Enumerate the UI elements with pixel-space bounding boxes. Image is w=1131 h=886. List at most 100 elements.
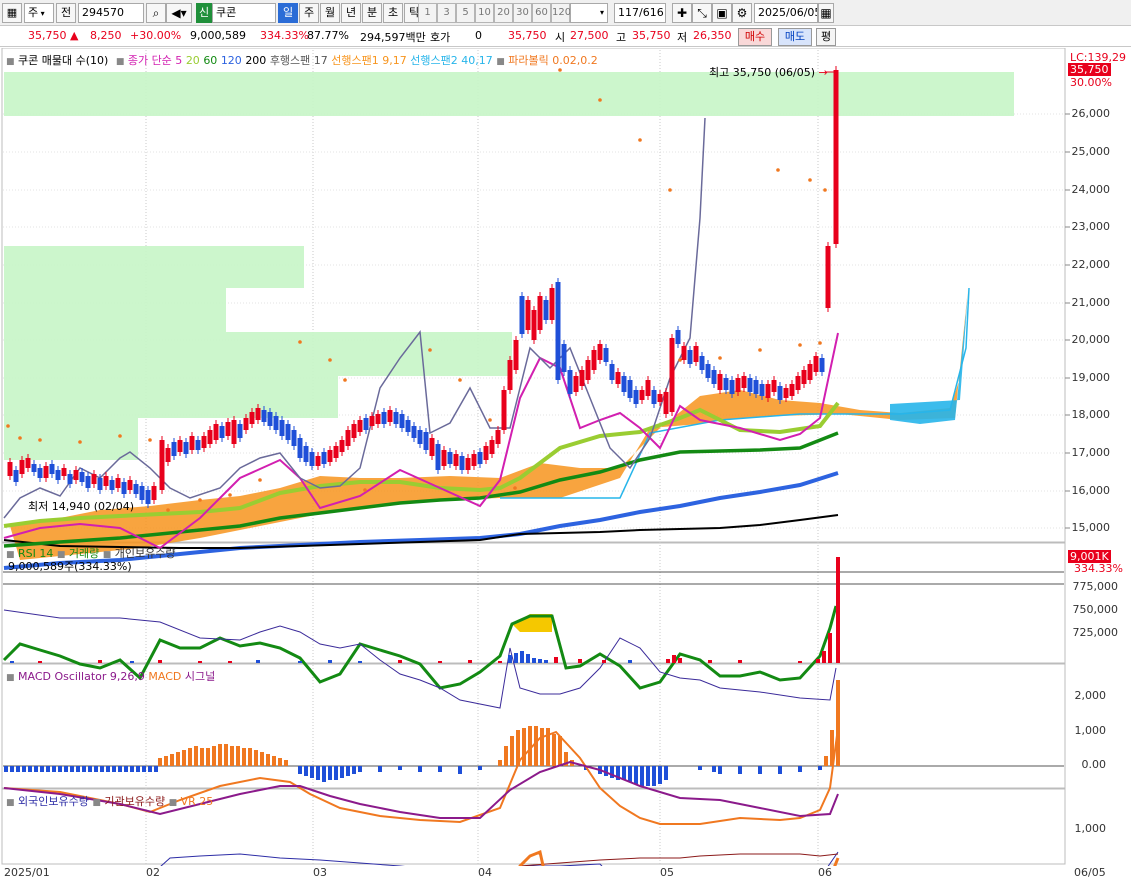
save-icon[interactable]: ▣ — [712, 3, 732, 23]
candle-body — [447, 452, 453, 464]
period-tab-3[interactable]: 년 — [341, 3, 361, 23]
interval-select[interactable]: ▾ — [570, 3, 608, 23]
chart-canvas[interactable] — [0, 48, 1131, 866]
legend-lead-span2[interactable]: 선행스팬2 40,17 — [410, 54, 492, 67]
date-field[interactable]: 2025/06/05 — [754, 3, 818, 23]
candle-body — [813, 356, 819, 372]
macd-osc-bar — [778, 766, 782, 774]
interval-button-4[interactable]: 20 — [494, 3, 513, 23]
buy-button[interactable]: 매수 — [738, 28, 772, 46]
candle-body — [363, 418, 369, 430]
open-label: 시 — [555, 31, 566, 44]
chart-area[interactable] — [0, 48, 1131, 866]
legend-lagging-span[interactable]: 후행스팬 17 — [270, 54, 328, 67]
legend-ma120[interactable]: 120 — [221, 54, 242, 67]
volume-value: 9,000,589 — [190, 29, 246, 42]
candle-body — [43, 466, 49, 478]
macd-osc-bar — [112, 766, 116, 772]
psar-dot — [808, 178, 812, 182]
volume-bar — [526, 654, 530, 663]
candle-body — [693, 346, 699, 362]
price-y-tick: 26,000 — [1071, 107, 1111, 120]
legend-institution[interactable]: 기관보유수량 — [104, 795, 165, 808]
candle-body — [561, 344, 567, 372]
price-y-tick: 18,000 — [1071, 408, 1111, 421]
macd-osc-bar — [646, 766, 650, 786]
legend-macd[interactable]: MACD — [148, 670, 181, 683]
legend-lead-span1[interactable]: 선행스팬1 9,17 — [331, 54, 406, 67]
legend-foreign[interactable]: 외국인보유수량 — [18, 795, 89, 808]
interval-button-7[interactable]: 120 — [551, 3, 571, 23]
macd-osc-bar — [328, 766, 332, 780]
psar-dot — [148, 438, 152, 442]
psar-dot — [823, 188, 827, 192]
open-price: 27,500 — [570, 29, 609, 42]
period-tab-5[interactable]: 초 — [383, 3, 403, 23]
candle-body — [741, 376, 747, 388]
interval-button-0[interactable]: 1 — [418, 3, 437, 23]
candle-body — [109, 480, 115, 490]
candle-body — [441, 450, 447, 466]
legend-parabolic[interactable]: 파라볼릭 0.02,0.2 — [508, 54, 597, 67]
stock-name-field[interactable]: 쿠콘 — [212, 3, 276, 23]
legend-vr[interactable]: VR 25 — [181, 795, 214, 808]
candle-body — [669, 338, 675, 412]
period-tab-4[interactable]: 분 — [362, 3, 382, 23]
interval-button-3[interactable]: 10 — [475, 3, 494, 23]
macd-osc-bar — [70, 766, 74, 772]
macd-osc-bar — [142, 766, 146, 772]
period-tab-1[interactable]: 주 — [299, 3, 319, 23]
period-tab-0[interactable]: 일 — [278, 3, 298, 23]
candle-body — [213, 424, 219, 440]
sell-button[interactable]: 매도 — [778, 28, 812, 46]
data-count-field[interactable]: 117/616 — [614, 3, 666, 23]
x-axis-label: 04 — [478, 866, 492, 879]
psar-dot — [78, 440, 82, 444]
period-tab-2[interactable]: 월 — [320, 3, 340, 23]
interval-button-2[interactable]: 5 — [456, 3, 475, 23]
volume-bar — [532, 658, 536, 663]
candle-body — [465, 458, 471, 470]
gear-icon[interactable]: ⚙ — [732, 3, 752, 23]
x-axis-label: 02 — [146, 866, 160, 879]
candle-body — [453, 454, 459, 466]
psar-dot — [488, 418, 492, 422]
avg-button[interactable]: 평 — [816, 28, 836, 46]
volume-bar — [158, 660, 162, 663]
macd-osc-bar — [698, 766, 702, 770]
candle-body — [597, 344, 603, 360]
macd-osc-bar — [82, 766, 86, 772]
interval-button-1[interactable]: 3 — [437, 3, 456, 23]
legend-volume-profile[interactable]: 쿠콘 매물대 수(10) — [18, 54, 108, 67]
legend-ma20[interactable]: 20 — [186, 54, 200, 67]
legend-signal[interactable]: 시그널 — [185, 670, 215, 683]
draw-tool-icon[interactable]: ⤡ — [692, 3, 712, 23]
legend-ma60[interactable]: 60 — [203, 54, 217, 67]
period-type-select[interactable]: 주 ▾ — [24, 3, 54, 23]
interval-button-5[interactable]: 30 — [513, 3, 532, 23]
psar-dot — [798, 343, 802, 347]
candle-body — [531, 310, 537, 340]
calendar-icon[interactable]: ▦ — [818, 3, 834, 23]
chart-menu-icon[interactable]: ▦ — [2, 3, 22, 23]
volume-bar — [798, 661, 802, 663]
stock-code-input[interactable]: 294570 — [78, 3, 144, 23]
macd-osc-bar — [438, 766, 442, 772]
x-axis-label: 06/05 — [1074, 866, 1106, 879]
macd-osc-bar — [248, 748, 252, 766]
speaker-icon[interactable]: ◀▾ — [166, 3, 192, 23]
candle-body — [357, 420, 363, 432]
macd-osc-bar — [658, 766, 662, 784]
candle-body — [255, 408, 261, 420]
search-icon[interactable]: ⌕ — [146, 3, 166, 23]
crosshair-icon[interactable]: ✚ — [672, 3, 692, 23]
x-axis-label: 2025/01 — [4, 866, 50, 879]
legend-macd-osc[interactable]: MACD Oscillator 9,26,9 — [18, 670, 145, 683]
legend-ma5[interactable]: 종가 단순 5 — [128, 54, 182, 67]
legend-ma200[interactable]: 200 — [245, 54, 266, 67]
candle-body — [279, 420, 285, 436]
candle-body — [633, 390, 639, 404]
interval-button-6[interactable]: 60 — [532, 3, 551, 23]
price-y-tick: 17,000 — [1071, 446, 1111, 459]
prev-button[interactable]: 전 — [56, 3, 76, 23]
